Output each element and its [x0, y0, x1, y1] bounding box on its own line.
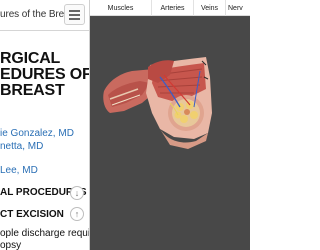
- document-header-bar: ures of the Breast: [0, 0, 89, 31]
- tab-arteries[interactable]: Arteries: [152, 0, 194, 16]
- anatomy-viewer: Muscles Arteries Veins Nerv: [90, 0, 250, 250]
- tab-muscles[interactable]: Muscles: [90, 0, 152, 16]
- scroll-up-icon[interactable]: ↑: [70, 207, 84, 221]
- menu-icon-line: [69, 13, 80, 16]
- menu-icon-line: [69, 9, 80, 12]
- tab-nerves[interactable]: Nerv: [226, 0, 250, 16]
- author-link[interactable]: netta, MD: [0, 141, 43, 152]
- menu-icon-line: [69, 17, 80, 20]
- viewer-layer-tabs: Muscles Arteries Veins Nerv: [90, 0, 250, 16]
- breast-anatomy-model-image: [103, 57, 212, 149]
- 3d-model-canvas[interactable]: [90, 17, 250, 250]
- expand-down-icon[interactable]: ↓: [70, 186, 84, 200]
- body-text-line: opsy: [0, 240, 22, 250]
- page-title: RGICAL EDURES OF BREAST: [0, 51, 89, 99]
- page-title-line: BREAST: [0, 82, 65, 99]
- author-link[interactable]: Lee, MD: [0, 165, 38, 176]
- section-heading[interactable]: CT EXCISION: [0, 209, 64, 220]
- page-title-line: EDURES OF: [0, 66, 89, 83]
- hamburger-menu-button[interactable]: [64, 4, 85, 25]
- document-panel: ures of the Breast RGICAL EDURES OF BREA…: [0, 0, 89, 250]
- tab-veins[interactable]: Veins: [194, 0, 226, 16]
- page-title-line: RGICAL: [0, 50, 61, 67]
- body-text-line: ople discharge requiring: [0, 228, 89, 239]
- author-link[interactable]: ie Gonzalez, MD: [0, 128, 74, 139]
